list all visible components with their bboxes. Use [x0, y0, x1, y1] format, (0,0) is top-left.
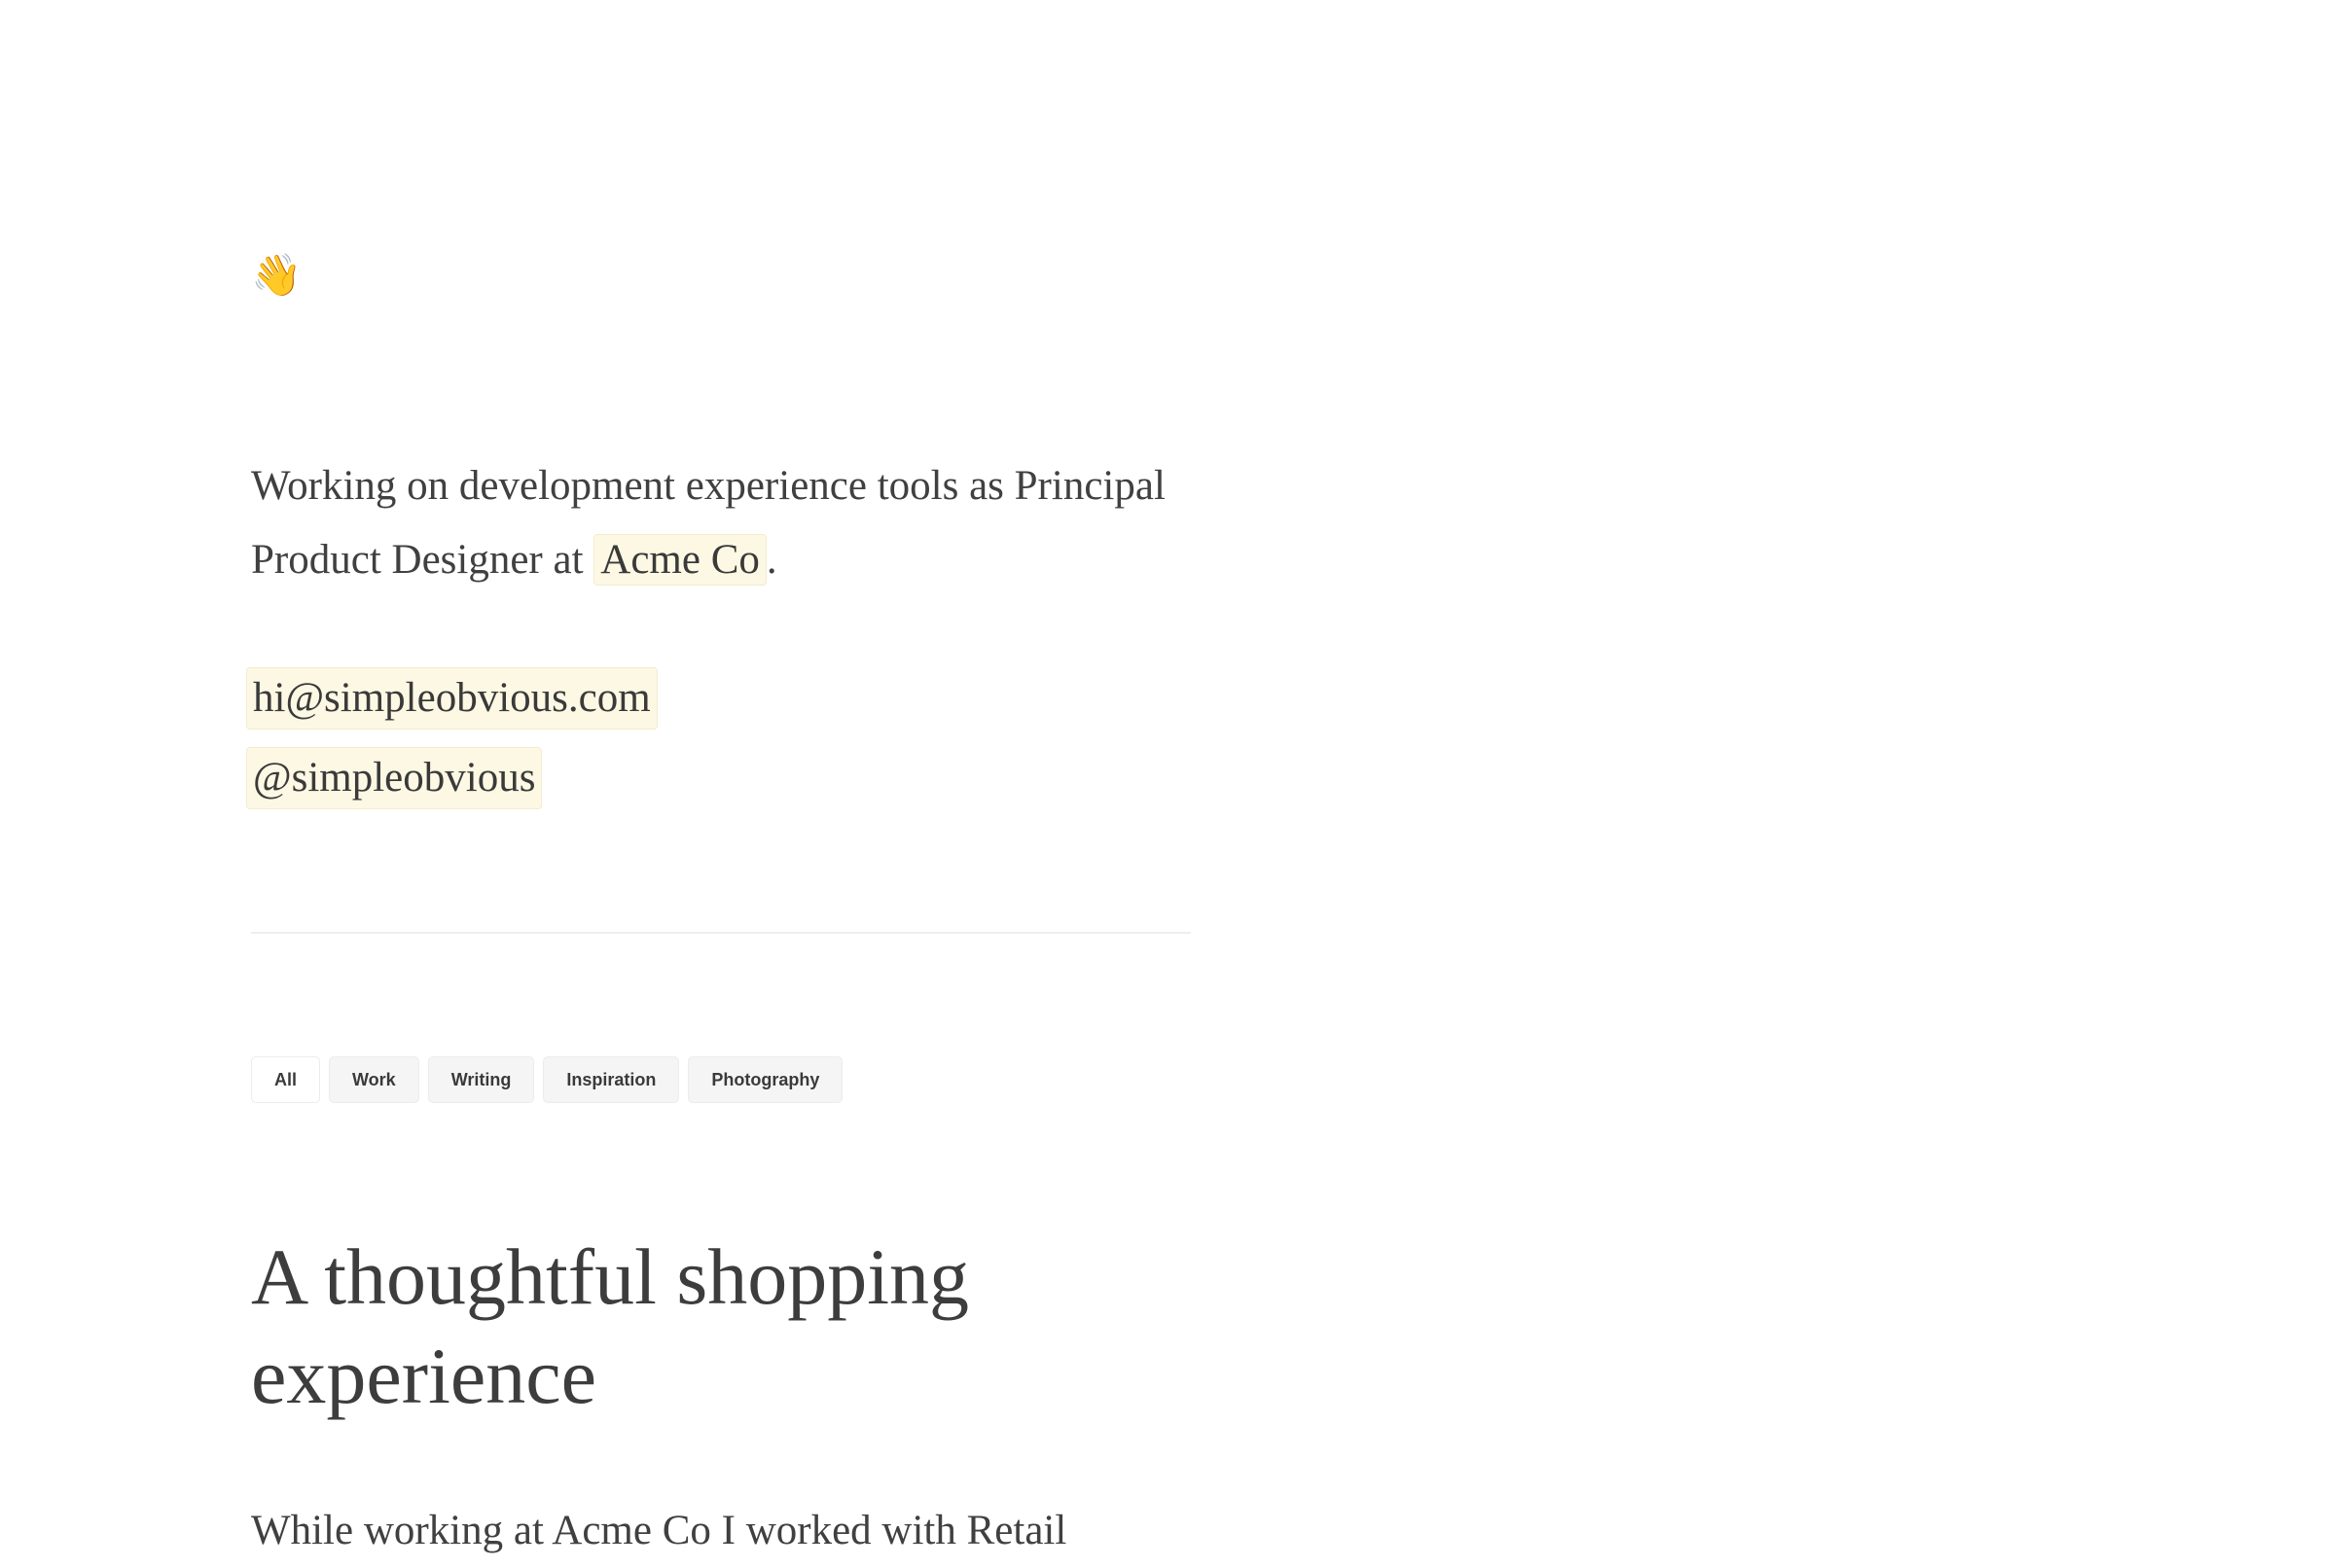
filter-inspiration[interactable]: Inspiration	[543, 1056, 680, 1103]
category-filter-bar: All Work Writing Inspiration Photography	[251, 1056, 844, 1103]
intro-text-end: .	[766, 537, 777, 583]
waving-hand-icon: 👋	[251, 251, 303, 299]
company-link[interactable]: Acme Co	[593, 534, 767, 586]
filter-work[interactable]: Work	[329, 1056, 419, 1103]
contact-links: hi@simpleobvious.com @simpleobvious	[246, 661, 658, 821]
post-title[interactable]: A thoughtful shopping experience	[251, 1228, 1127, 1426]
post-excerpt: While working at Acme Co I worked with R…	[251, 1508, 1067, 1553]
filter-all[interactable]: All	[251, 1056, 321, 1103]
filter-photography[interactable]: Photography	[688, 1056, 844, 1103]
section-divider	[251, 932, 1191, 934]
email-link[interactable]: hi@simpleobvious.com	[246, 667, 658, 730]
social-handle-link[interactable]: @simpleobvious	[246, 747, 543, 809]
intro-paragraph: Working on development experience tools …	[251, 449, 1214, 597]
filter-writing[interactable]: Writing	[427, 1056, 535, 1103]
